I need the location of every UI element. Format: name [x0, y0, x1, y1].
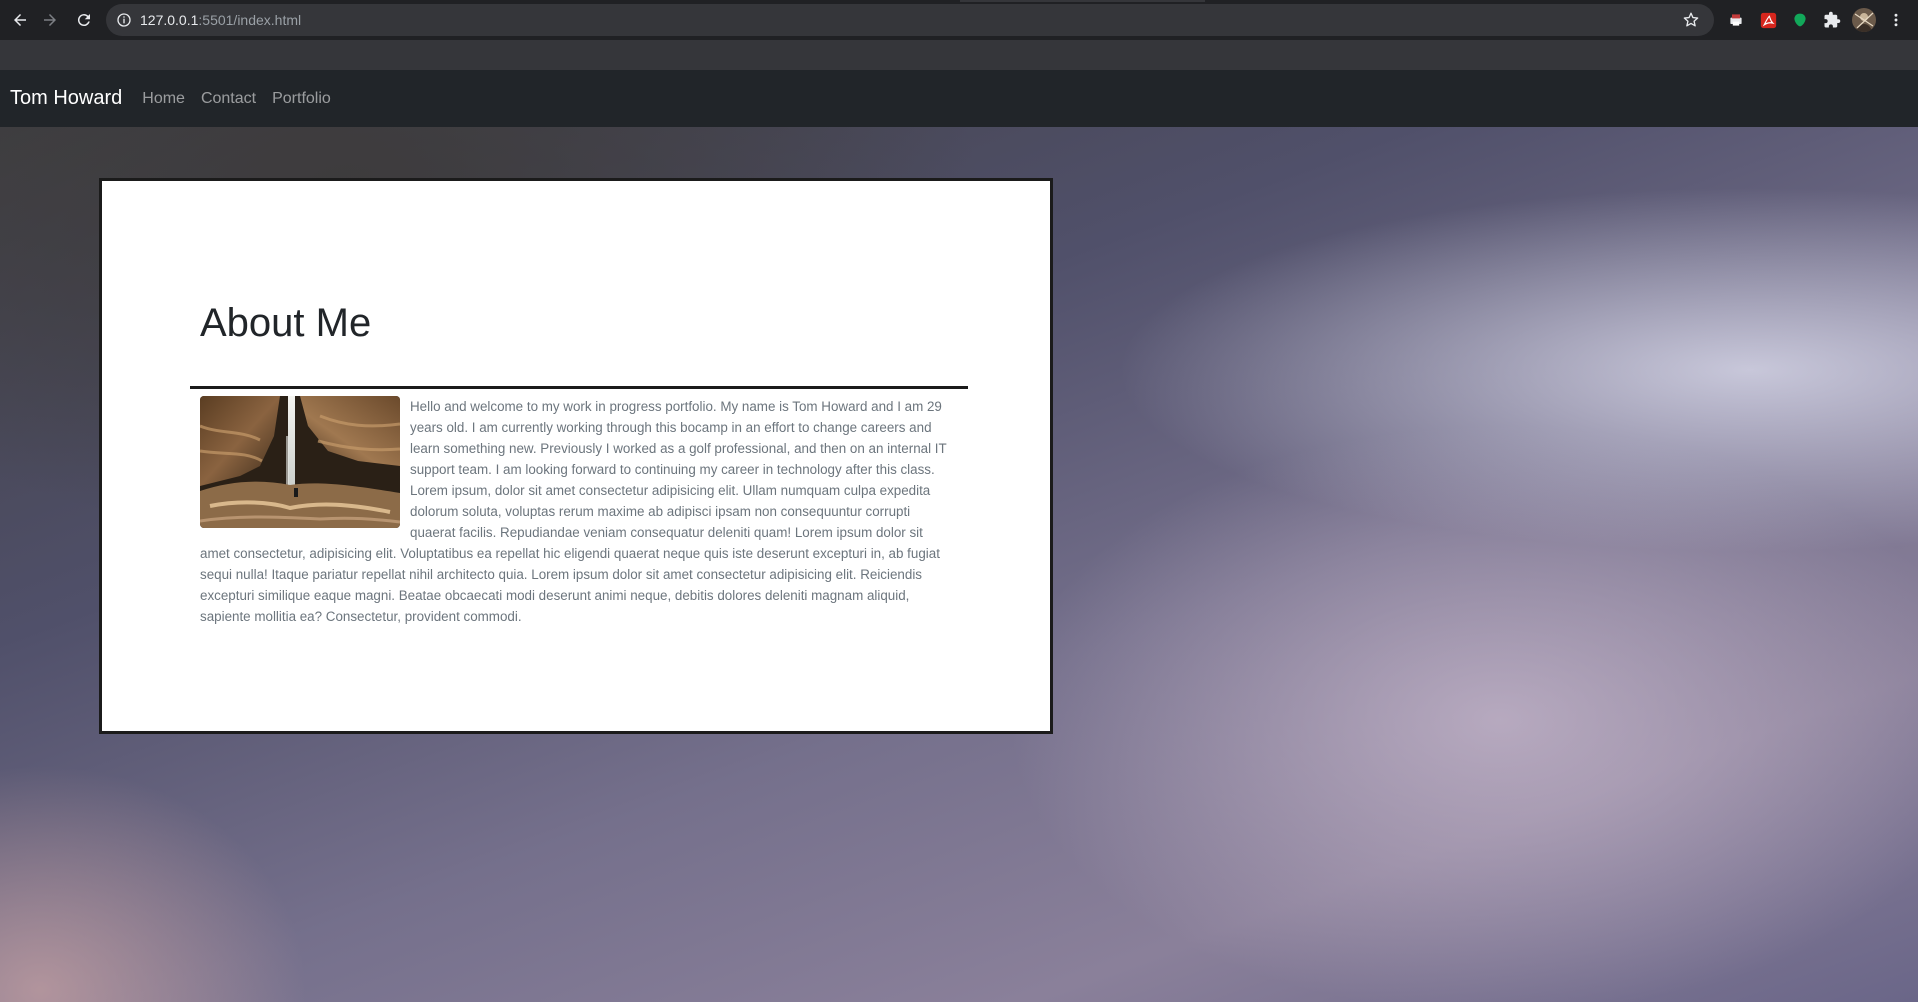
back-icon[interactable] — [8, 8, 32, 32]
bookmarks-bar — [0, 40, 1918, 70]
extensions-puzzle-icon[interactable] — [1822, 10, 1842, 30]
nav-link-home[interactable]: Home — [134, 90, 193, 108]
url-host: 127.0.0.1 — [140, 12, 199, 28]
about-heading: About Me — [200, 301, 372, 345]
address-bar[interactable]: 127.0.0.1:5501/index.html — [106, 4, 1714, 36]
reload-icon[interactable] — [72, 8, 96, 32]
about-card: About Me Hello and welcome to my work in… — [99, 178, 1053, 734]
url-path: :5501/index.html — [198, 12, 302, 28]
about-content: Hello and welcome to my work in progress… — [200, 396, 954, 627]
extension-printer-icon[interactable] — [1726, 10, 1746, 30]
forward-icon[interactable] — [38, 8, 62, 32]
nav-links: Home Contact Portfolio — [134, 90, 339, 108]
browser-toolbar: 127.0.0.1:5501/index.html — [0, 0, 1918, 40]
profile-avatar-icon[interactable] — [1852, 8, 1876, 32]
nav-link-contact[interactable]: Contact — [193, 90, 264, 108]
page-viewport: Tom Howard Home Contact Portfolio About … — [0, 70, 1918, 1002]
nav-link-portfolio[interactable]: Portfolio — [264, 90, 339, 108]
waterfall-photo — [200, 396, 400, 528]
site-navbar: Tom Howard Home Contact Portfolio — [0, 70, 1918, 127]
extension-green-icon[interactable] — [1790, 10, 1810, 30]
bookmark-star-icon[interactable] — [1682, 11, 1700, 29]
extension-pdf-icon[interactable] — [1758, 10, 1778, 30]
info-icon[interactable] — [116, 12, 132, 28]
navbar-brand[interactable]: Tom Howard — [10, 87, 122, 110]
heading-divider — [190, 386, 968, 389]
kebab-menu-icon[interactable] — [1886, 10, 1906, 30]
